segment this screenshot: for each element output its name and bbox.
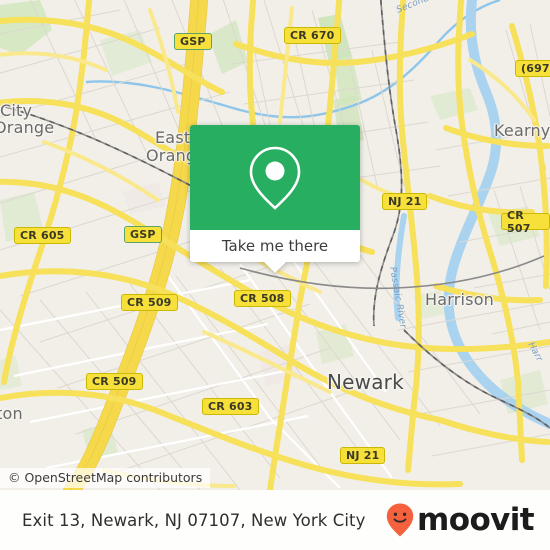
route-shield-697[interactable]: (697) [515, 60, 550, 77]
route-shield-nj21-s[interactable]: NJ 21 [340, 447, 386, 464]
map-label-irvington: ton [0, 404, 23, 423]
moovit-wordmark: moovit [417, 501, 535, 538]
location-address-text: Exit 13, Newark, NJ 07107, New York City [22, 510, 366, 530]
moovit-logo[interactable]: moovit [385, 501, 535, 538]
callout-tail [264, 262, 286, 273]
map-label-east: East [155, 128, 191, 147]
moovit-smiley-pin-icon [386, 503, 414, 537]
route-shield-nj21-n[interactable]: NJ 21 [382, 193, 428, 210]
route-shield-cr605[interactable]: CR 605 [14, 227, 71, 244]
route-shield-gsp-2[interactable]: GSP [124, 226, 162, 243]
map-label-kearny: Kearny [494, 121, 550, 140]
route-shield-gsp[interactable]: GSP [174, 33, 212, 50]
map-label-orange: Orange [0, 118, 55, 137]
map-label-harrison: Harrison [425, 290, 495, 309]
route-shield-cr509-n[interactable]: CR 509 [121, 294, 178, 311]
route-shield-cr603[interactable]: CR 603 [202, 398, 259, 415]
card-icon-area [190, 125, 360, 230]
destination-callout-card[interactable]: Take me there [190, 125, 360, 273]
route-shield-cr670[interactable]: CR 670 [284, 27, 341, 44]
take-me-there-button[interactable]: Take me there [190, 230, 360, 262]
route-shield-cr509-s[interactable]: CR 509 [86, 373, 143, 390]
map-label-newark: Newark [327, 370, 404, 394]
osm-attribution[interactable]: © OpenStreetMap contributors [0, 468, 211, 488]
route-shield-cr508[interactable]: CR 508 [234, 290, 291, 307]
route-shield-cr507[interactable]: CR 507 [501, 209, 550, 235]
footer-bar: Exit 13, Newark, NJ 07107, New York City… [0, 490, 550, 550]
map-screen: .land { fill:#f2efe9; } .block { fill:#f… [0, 0, 550, 550]
map-pin-icon [249, 146, 301, 210]
